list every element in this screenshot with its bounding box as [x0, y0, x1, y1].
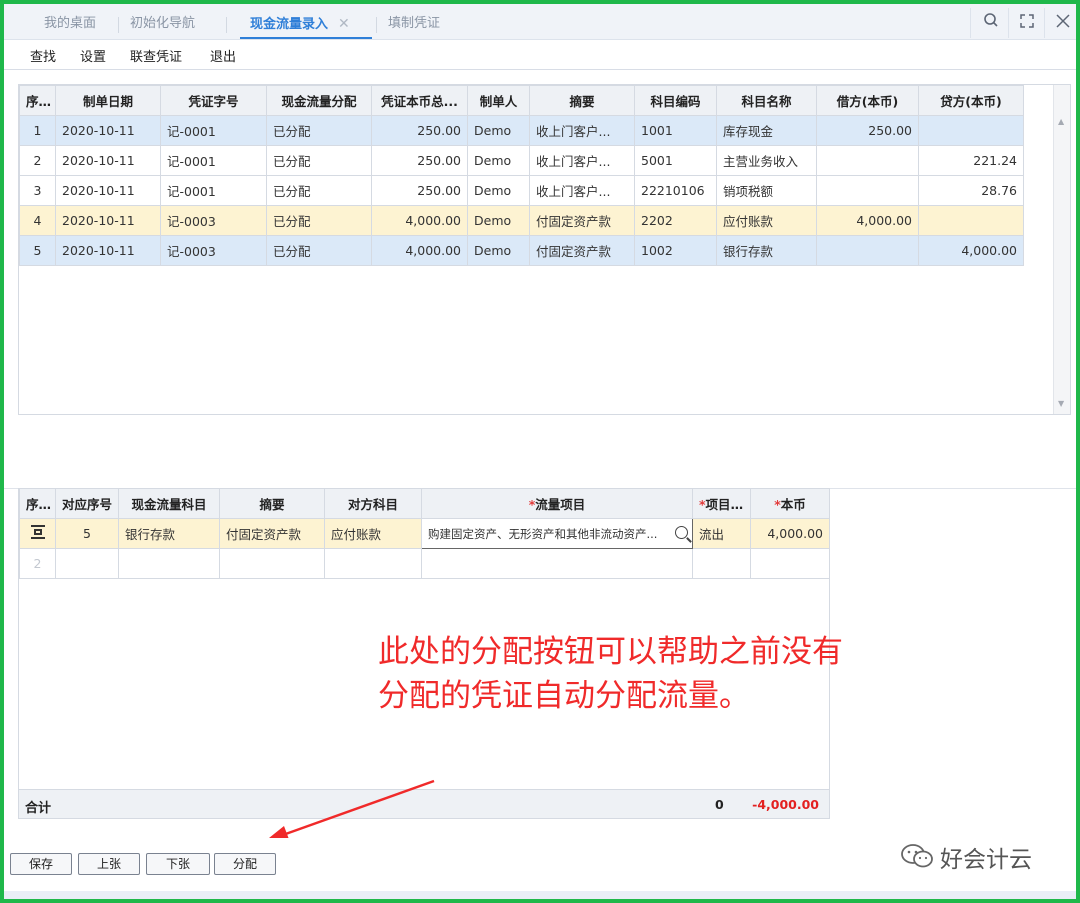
annotation-arrow — [264, 779, 435, 842]
save-button[interactable]: 保存 — [10, 853, 72, 875]
allocate-button[interactable]: 分配 — [214, 853, 276, 875]
brand-text: 好会计云 — [940, 847, 1032, 873]
prev-voucher-button[interactable]: 上张 — [78, 853, 140, 875]
status-strip — [4, 891, 1076, 899]
next-voucher-button[interactable]: 下张 — [146, 853, 210, 875]
wechat-icon — [901, 844, 933, 868]
